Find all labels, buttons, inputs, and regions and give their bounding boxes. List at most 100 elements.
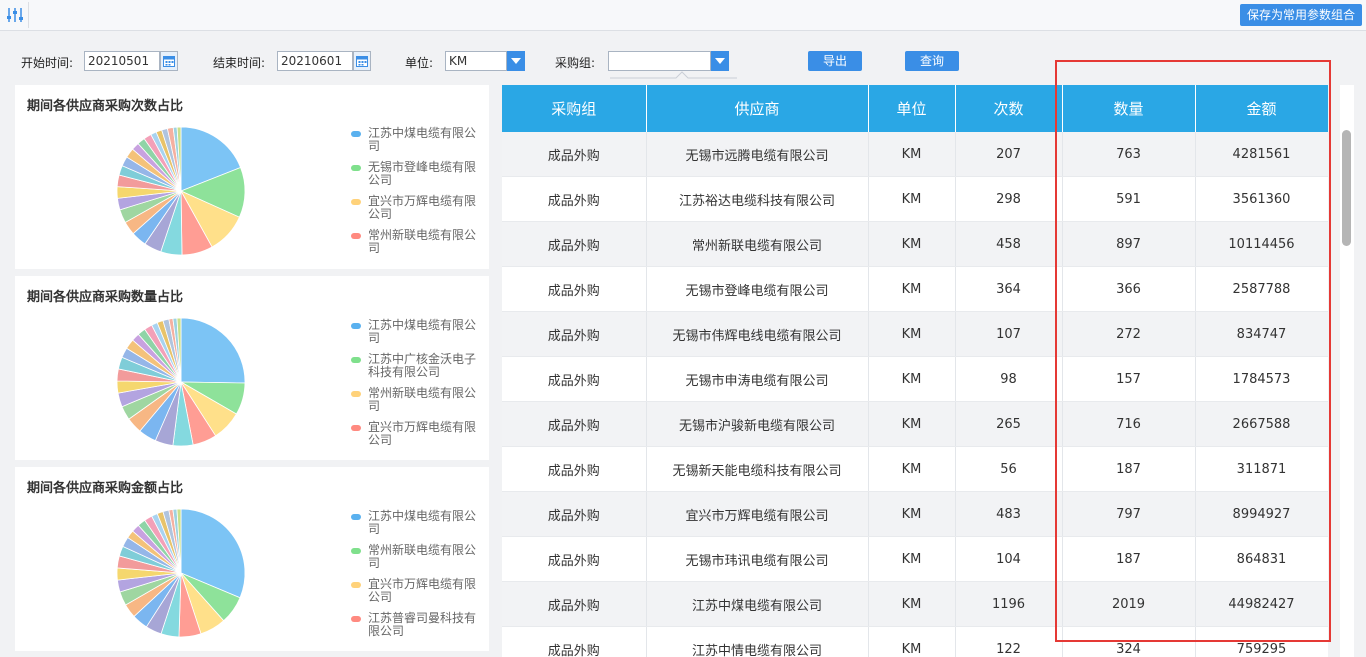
legend-swatch xyxy=(351,165,361,171)
filter-settings-button[interactable] xyxy=(2,2,29,28)
save-params-button[interactable]: 保存为常用参数组合 xyxy=(1239,4,1362,26)
cell-unit: KM xyxy=(868,401,956,447)
legend-swatch xyxy=(351,323,361,329)
legend-item[interactable]: 常州新联电缆有限公司 xyxy=(351,229,481,255)
legend-label: 无锡市登峰电缆有限公司 xyxy=(368,160,477,187)
legend-swatch xyxy=(351,199,361,205)
legend-item[interactable]: 江苏中广核金沃电子科技有限公司 xyxy=(351,353,481,379)
cell-unit: KM xyxy=(868,536,956,582)
cell-count: 56 xyxy=(955,446,1063,492)
legend-item[interactable]: 宜兴市万辉电缆有限公司 xyxy=(351,578,481,604)
start-time-label: 开始时间: xyxy=(21,56,74,70)
legend-label: 宜兴市万辉电缆有限公司 xyxy=(368,420,477,447)
legend-swatch xyxy=(351,357,361,363)
legend-item[interactable]: 常州新联电缆有限公司 xyxy=(351,544,481,570)
legend-label: 江苏中煤电缆有限公司 xyxy=(368,126,477,153)
legend-label: 江苏中广核金沃电子科技有限公司 xyxy=(368,352,477,379)
legend-swatch xyxy=(351,548,361,554)
pie-chart-count xyxy=(116,126,246,256)
column-header-unit[interactable]: 单位 xyxy=(868,85,956,132)
cell-purchase-group: 成品外购 xyxy=(502,446,647,492)
cell-supplier: 常州新联电缆有限公司 xyxy=(646,221,869,267)
chevron-down-icon xyxy=(511,58,521,64)
legend-item[interactable]: 宜兴市万辉电缆有限公司 xyxy=(351,421,481,447)
cell-supplier: 无锡市玮讯电缆有限公司 xyxy=(646,536,869,582)
cell-purchase-group: 成品外购 xyxy=(502,176,647,222)
chart-legend: 江苏中煤电缆有限公司 常州新联电缆有限公司 宜兴市万辉电缆有限公司 江苏普睿司曼… xyxy=(351,510,481,646)
legend-swatch xyxy=(351,131,361,137)
legend-label: 宜兴市万辉电缆有限公司 xyxy=(368,194,477,221)
cell-count: 298 xyxy=(955,176,1063,222)
start-time-input[interactable]: 20210501 xyxy=(84,51,160,71)
cell-supplier: 无锡市伟辉电线电缆有限公司 xyxy=(646,311,869,357)
cell-unit: KM xyxy=(868,581,956,627)
pie-slice-0[interactable] xyxy=(180,317,246,384)
cell-unit: KM xyxy=(868,491,956,537)
column-header-supplier[interactable]: 供应商 xyxy=(646,85,869,132)
legend-swatch xyxy=(351,391,361,397)
legend-label: 宜兴市万辉电缆有限公司 xyxy=(368,577,477,604)
unit-select[interactable]: KM xyxy=(445,51,507,71)
highlight-annotation-box xyxy=(1055,60,1331,642)
chart-panel-quantity: 期间各供应商采购数量占比 江苏中煤电缆有限公司 江苏中广核金沃电子科技有限公司 … xyxy=(15,276,489,460)
legend-swatch xyxy=(351,233,361,239)
legend-item[interactable]: 江苏中煤电缆有限公司 xyxy=(351,510,481,536)
cell-supplier: 无锡市登峰电缆有限公司 xyxy=(646,266,869,312)
cell-purchase-group: 成品外购 xyxy=(502,132,647,177)
cell-supplier: 江苏中情电缆有限公司 xyxy=(646,626,869,657)
cell-count: 483 xyxy=(955,491,1063,537)
legend-item[interactable]: 宜兴市万辉电缆有限公司 xyxy=(351,195,481,221)
cell-count: 122 xyxy=(955,626,1063,657)
cell-count: 107 xyxy=(955,311,1063,357)
chart-title: 期间各供应商采购数量占比 xyxy=(27,290,184,305)
chevron-down-icon xyxy=(715,58,725,64)
legend-swatch xyxy=(351,514,361,520)
cell-purchase-group: 成品外购 xyxy=(502,401,647,447)
unit-label: 单位: xyxy=(405,56,434,70)
purchase-group-dropdown-button[interactable] xyxy=(711,51,729,71)
cell-unit: KM xyxy=(868,266,956,312)
cell-purchase-group: 成品外购 xyxy=(502,356,647,402)
column-header-count[interactable]: 次数 xyxy=(955,85,1063,132)
chart-panel-count: 期间各供应商采购次数占比 江苏中煤电缆有限公司 无锡市登峰电缆有限公司 宜兴市万… xyxy=(15,85,489,269)
unit-dropdown-button[interactable] xyxy=(507,51,525,71)
start-calendar-button[interactable] xyxy=(160,51,178,71)
cell-count: 1196 xyxy=(955,581,1063,627)
cell-purchase-group: 成品外购 xyxy=(502,221,647,267)
legend-item[interactable]: 江苏中煤电缆有限公司 xyxy=(351,319,481,345)
legend-item[interactable]: 江苏普睿司曼科技有限公司 xyxy=(351,612,481,638)
cell-unit: KM xyxy=(868,626,956,657)
end-time-input[interactable]: 20210601 xyxy=(277,51,353,71)
legend-item[interactable]: 江苏中煤电缆有限公司 xyxy=(351,127,481,153)
cell-supplier: 宜兴市万辉电缆有限公司 xyxy=(646,491,869,537)
cell-purchase-group: 成品外购 xyxy=(502,491,647,537)
legend-label: 常州新联电缆有限公司 xyxy=(368,228,477,255)
pie-chart-quantity xyxy=(116,317,246,447)
end-time-label: 结束时间: xyxy=(213,56,266,70)
cell-purchase-group: 成品外购 xyxy=(502,581,647,627)
cell-count: 458 xyxy=(955,221,1063,267)
cell-unit: KM xyxy=(868,311,956,357)
purchase-group-select[interactable] xyxy=(608,51,711,71)
vertical-scrollbar-thumb[interactable] xyxy=(1342,130,1351,246)
cell-count: 104 xyxy=(955,536,1063,582)
cell-unit: KM xyxy=(868,356,956,402)
legend-label: 江苏普睿司曼科技有限公司 xyxy=(368,611,477,638)
legend-label: 常州新联电缆有限公司 xyxy=(368,386,477,413)
cell-purchase-group: 成品外购 xyxy=(502,536,647,582)
legend-item[interactable]: 无锡市登峰电缆有限公司 xyxy=(351,161,481,187)
legend-label: 江苏中煤电缆有限公司 xyxy=(368,509,477,536)
cell-purchase-group: 成品外购 xyxy=(502,311,647,357)
legend-item[interactable]: 常州新联电缆有限公司 xyxy=(351,387,481,413)
end-calendar-button[interactable] xyxy=(353,51,371,71)
export-button[interactable]: 导出 xyxy=(808,51,862,71)
query-button[interactable]: 查询 xyxy=(905,51,959,71)
chart-title: 期间各供应商采购金额占比 xyxy=(27,481,184,496)
filter-bar: 开始时间: 20210501 结束时间: 20210601 单位: KM 采购组… xyxy=(0,50,1000,79)
purchase-group-label: 采购组: xyxy=(555,56,596,70)
column-header-purchase-group[interactable]: 采购组 xyxy=(502,85,647,132)
dropdown-caret-decoration xyxy=(610,71,737,79)
legend-swatch xyxy=(351,616,361,622)
cell-purchase-group: 成品外购 xyxy=(502,626,647,657)
top-toolbar: 保存为常用参数组合 xyxy=(0,0,1366,31)
